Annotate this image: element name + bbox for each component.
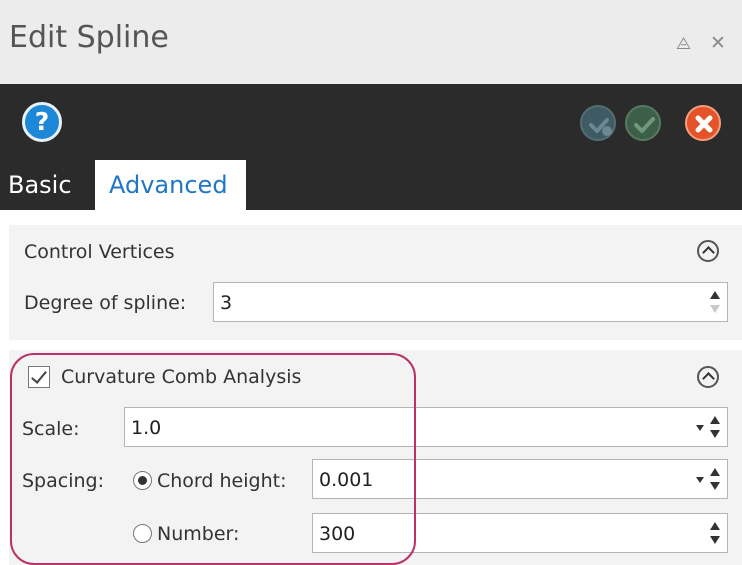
check-icon bbox=[634, 117, 655, 133]
apply-and-new-button[interactable] bbox=[580, 105, 616, 141]
tab-advanced[interactable]: Advanced bbox=[95, 160, 246, 210]
chord-height-value: 0.001 bbox=[319, 469, 374, 491]
chord-height-stepper[interactable] bbox=[709, 466, 721, 494]
chord-height-input[interactable]: 0.001 bbox=[312, 459, 728, 499]
check-plus-icon bbox=[589, 118, 612, 136]
control-vertices-heading: Control Vertices bbox=[24, 241, 175, 263]
curvature-comb-heading: Curvature Comb Analysis bbox=[61, 366, 302, 388]
number-input[interactable]: 300 bbox=[312, 513, 728, 553]
scale-value: 1.0 bbox=[131, 417, 162, 439]
collapse-control-vertices-button[interactable] bbox=[697, 240, 719, 262]
number-radio[interactable] bbox=[133, 524, 152, 543]
chevron-down-icon[interactable] bbox=[696, 425, 704, 431]
degree-stepper[interactable] bbox=[709, 289, 721, 317]
tab-basic[interactable]: Basic bbox=[8, 160, 72, 210]
help-button[interactable]: ? bbox=[22, 102, 62, 142]
chord-height-radio[interactable] bbox=[133, 471, 152, 490]
scale-label: Scale: bbox=[22, 418, 80, 440]
chevron-down-icon[interactable] bbox=[696, 477, 704, 483]
ok-button[interactable] bbox=[625, 105, 661, 141]
number-label: Number: bbox=[157, 523, 240, 545]
pin-icon[interactable]: ⨺ bbox=[676, 34, 691, 54]
chord-height-label: Chord height: bbox=[157, 470, 287, 492]
degree-input[interactable]: 3 bbox=[213, 282, 728, 322]
collapse-curvature-button[interactable] bbox=[697, 366, 719, 388]
cancel-button[interactable] bbox=[685, 105, 721, 141]
close-icon[interactable]: ✕ bbox=[710, 32, 726, 54]
number-value: 300 bbox=[319, 523, 356, 545]
spacing-label: Spacing: bbox=[22, 470, 104, 492]
curvature-comb-checkbox[interactable] bbox=[28, 366, 50, 388]
scale-input[interactable]: 1.0 bbox=[124, 407, 728, 447]
degree-label: Degree of spline: bbox=[24, 292, 187, 314]
degree-value: 3 bbox=[220, 292, 233, 314]
x-icon bbox=[695, 115, 713, 133]
window-title: Edit Spline bbox=[9, 20, 169, 55]
number-stepper[interactable] bbox=[709, 520, 721, 548]
scale-stepper[interactable] bbox=[709, 414, 721, 442]
